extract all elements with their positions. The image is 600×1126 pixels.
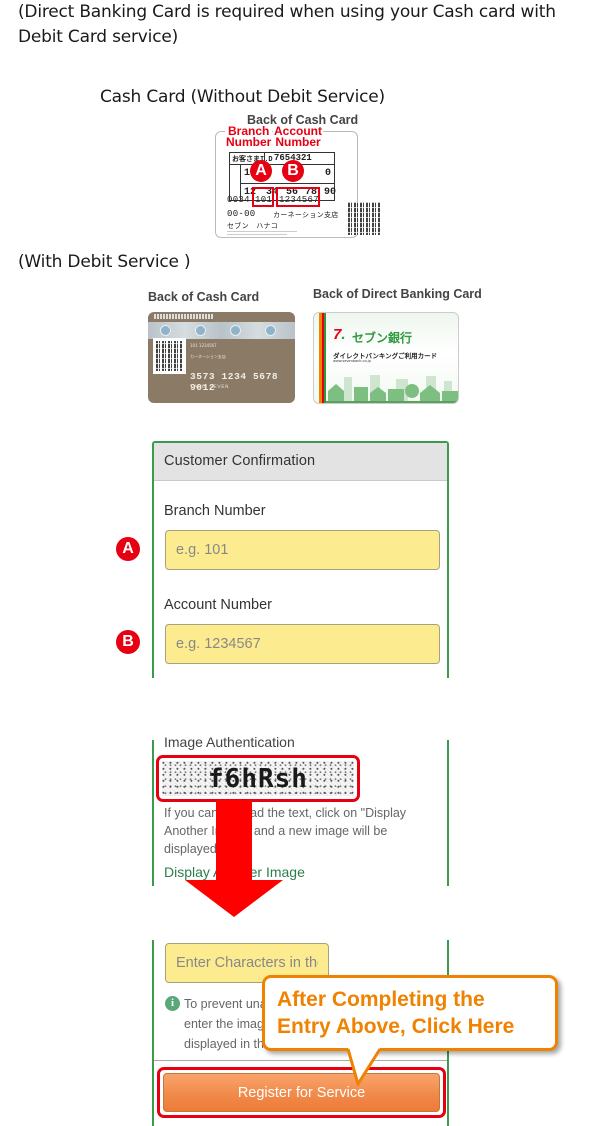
register-highlight-box: Register for Service [157,1067,446,1118]
marker-b-icon: B [282,160,304,182]
divider [154,1060,447,1061]
instruction-callout: After Completing the Entry Above, Click … [262,975,558,1051]
info-icon: i [165,996,180,1011]
captcha-highlight-box: f6hRsh [156,755,360,802]
panel-header: Customer Confirmation [154,443,447,481]
marker-a-icon: A [116,537,140,561]
card-caption-direct-banking: Back of Direct Banking Card [313,287,482,301]
image-authentication-title: Image Authentication [164,734,295,750]
branch-number-label: Branch Number [225,124,273,149]
card-holder-name: TARO SEVEN [190,383,230,390]
cash-card-image: Branch Number Account Number お客さまI.D 765… [215,125,381,238]
store-code: 0034 [227,195,250,205]
section-label-without-debit: Cash Card (Without Debit Service) [100,87,385,107]
account-number-label: Account Number [164,597,272,613]
direct-banking-card-image: 7. セブン銀行 ダイレクトバンキングご利用カード www.sevenbank.… [313,312,459,404]
qr-code-icon [156,341,183,371]
card-url: www.sevenbank.co.jp [333,359,371,363]
section-label-with-debit: (With Debit Service ) [18,252,191,272]
cash-card-debit-image: 101 1234567 カーネーション支店 3573 1234 5678 901… [148,312,295,403]
seven-bank-logo-icon: 7. [333,326,346,343]
callout-pointer-icon [346,1048,382,1086]
marker-b-icon: B [116,630,140,654]
branch-highlight-box [252,187,274,207]
down-arrow-icon [185,800,283,917]
qr-code-icon [348,202,381,235]
customer-confirmation-panel: Customer Confirmation Branch Number Acco… [152,441,449,678]
bank-brand: セブン銀行 [352,331,413,345]
account-number-label: Account Number [273,124,323,149]
account-highlight-box [276,187,320,207]
card-caption-cash-card-debit: Back of Cash Card [148,290,260,304]
captcha-image: f6hRsh [162,761,354,796]
branch-number-label: Branch Number [164,503,266,519]
intro-text: (Direct Banking Card is required when us… [18,2,556,47]
branch-number-input[interactable] [165,530,440,570]
marker-a-icon: A [250,160,272,182]
account-number-input[interactable] [165,624,440,664]
city-skyline-icon [326,375,458,403]
